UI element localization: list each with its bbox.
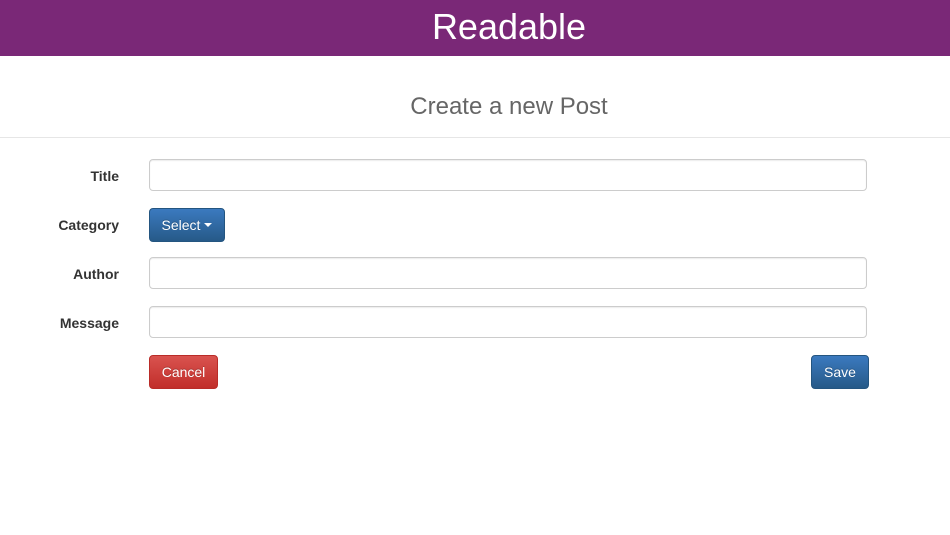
title-label: Title [90, 168, 119, 184]
category-label: Category [58, 217, 119, 233]
author-label: Author [73, 266, 119, 282]
page-title: Create a new Post [410, 93, 608, 120]
author-input[interactable] [149, 257, 867, 289]
category-select-button[interactable]: Select [149, 208, 225, 242]
header-divider [0, 137, 950, 138]
message-label: Message [59, 315, 119, 331]
title-input[interactable] [149, 159, 867, 191]
caret-down-icon [204, 223, 213, 227]
top-navbar: Readable [0, 0, 950, 56]
cancel-button[interactable]: Cancel [149, 355, 218, 389]
app-brand[interactable]: Readable [0, 0, 950, 54]
message-input[interactable] [149, 306, 867, 338]
save-button[interactable]: Save [811, 355, 869, 389]
category-select-label: Select [161, 217, 201, 233]
